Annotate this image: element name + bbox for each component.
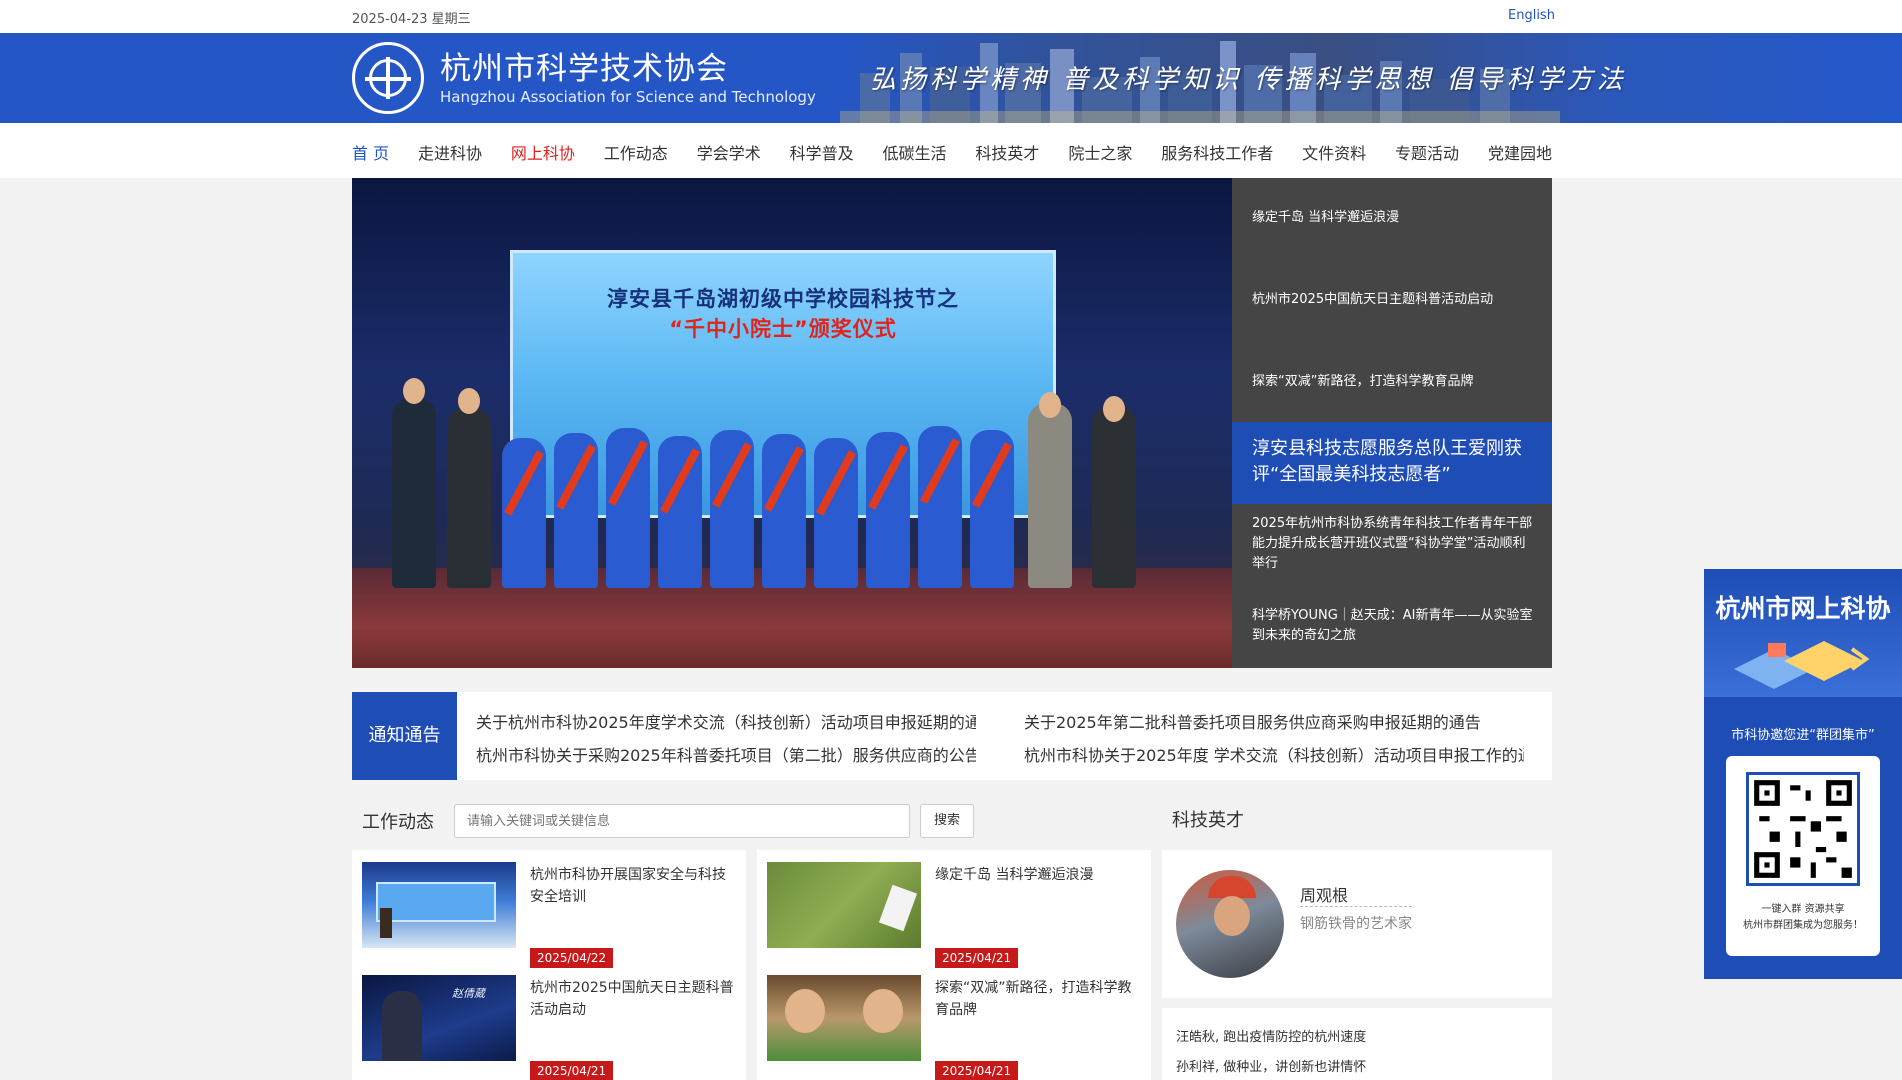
talent-divider: [1300, 906, 1412, 907]
talent-face: [1214, 896, 1250, 936]
nav-item-talent[interactable]: 科技英才: [975, 140, 1039, 164]
screen-title-line2: “千中小院士”颁奖仪式: [669, 317, 897, 341]
search-input[interactable]: [455, 805, 909, 837]
slider-item[interactable]: 科学桥YOUNG｜赵天成：AI新青年——从实验室到未来的奇幻之旅: [1252, 606, 1537, 646]
site-name-english: Hangzhou Association for Science and Tec…: [440, 88, 816, 106]
person-figure: [392, 398, 436, 588]
talent-avatar[interactable]: [1176, 870, 1284, 978]
news-item[interactable]: 杭州市科协开展国家安全与科技安全培训 2025/04/22: [362, 862, 742, 968]
logo-bar-vertical: [386, 57, 390, 99]
nav-item-documents[interactable]: 文件资料: [1302, 140, 1366, 164]
news-title[interactable]: 杭州市科协开展国家安全与科技安全培训: [530, 864, 734, 908]
current-date: 2025-04-23 星期三: [352, 12, 471, 27]
slider-item[interactable]: 缘定千岛 当科学邂逅浪漫: [1252, 208, 1537, 228]
nav-item-academician[interactable]: 院士之家: [1068, 140, 1132, 164]
news-date: 2025/04/21: [935, 948, 1019, 968]
hard-hat-icon: [1208, 876, 1256, 898]
news-date: 2025/04/21: [935, 1061, 1019, 1080]
nav-item-home[interactable]: 首 页: [352, 140, 389, 164]
search-button[interactable]: 搜索: [920, 804, 974, 838]
nav-item-popular-science[interactable]: 科学普及: [790, 140, 854, 164]
main-nav: 首 页 走进科协 网上科协 工作动态 学会学术 科学普及 低碳生活 科技英才 院…: [0, 123, 1902, 178]
news-item[interactable]: 探索“双减”新路径，打造科学教育品牌 2025/04/21: [767, 975, 1147, 1080]
person-figure: [1092, 406, 1136, 588]
nav-item-academic[interactable]: 学会学术: [697, 140, 761, 164]
nav-item-low-carbon[interactable]: 低碳生活: [883, 140, 947, 164]
talent-name[interactable]: 周观根: [1300, 882, 1348, 906]
slider-item[interactable]: 探索“双减”新路径，打造科学教育品牌: [1252, 372, 1537, 392]
person-head: [403, 378, 425, 404]
person-head: [1103, 396, 1125, 422]
news-date: 2025/04/21: [530, 1061, 614, 1080]
qr-caption: 一键入群 资源共享 杭州市群团集成为您服务！: [1726, 902, 1880, 934]
news-thumbnail[interactable]: [767, 975, 921, 1061]
news-title[interactable]: 探索“双减”新路径，打造科学教育品牌: [935, 977, 1139, 1021]
ad-subtitle: 市科协邀您进“群团集市”: [1731, 728, 1875, 743]
slider-item[interactable]: 2025年杭州市科协系统青年科技工作者青年干部能力提升成长营开班仪式暨“科协学堂…: [1252, 514, 1537, 574]
qr-code-icon: [1746, 772, 1860, 886]
award-group-photo: [392, 378, 1192, 588]
qr-card: 一键入群 资源共享 杭州市群团集成为您服务！: [1726, 756, 1880, 956]
top-bar: 2025-04-23 星期三 English: [0, 0, 1902, 33]
talent-card[interactable]: 周观根 钢筋铁骨的艺术家: [1162, 850, 1552, 998]
talent-list: 汪皓秋, 跑出疫情防控的杭州速度 孙利祥, 做种业，讲创新也讲情怀: [1162, 1008, 1552, 1080]
news-column: 缘定千岛 当科学邂逅浪漫 2025/04/21 探索“双减”新路径，打造科学教育…: [757, 850, 1151, 1080]
notice-label[interactable]: 通知通告: [352, 692, 457, 780]
nav-item-service[interactable]: 服务科技工作者: [1161, 140, 1273, 164]
thumb-figure: [878, 884, 918, 932]
thumb-screen: [376, 882, 496, 922]
notice-item[interactable]: 杭州市科协关于2025年度 学术交流（科技创新）活动项目申报工作的通知: [1024, 742, 1524, 766]
news-thumbnail[interactable]: 赵倩葳: [362, 975, 516, 1061]
header-banner: 杭州市科学技术协会 Hangzhou Association for Scien…: [0, 33, 1902, 123]
thumb-person: [382, 991, 422, 1061]
site-logo[interactable]: [352, 42, 424, 114]
header-slogan: 弘扬科学精神 普及科学知识 传播科学思想 倡导科学方法: [870, 65, 1627, 95]
section-title-work: 工作动态: [362, 812, 434, 833]
nav-item-party[interactable]: 党建园地: [1488, 140, 1552, 164]
news-date: 2025/04/22: [530, 948, 614, 968]
thumb-caption: 赵倩葳: [452, 987, 485, 1000]
person-figure: [447, 408, 491, 588]
slider-headline-list: 缘定千岛 当科学邂逅浪漫 杭州市2025中国航天日主题科普活动启动 探索“双减”…: [1232, 178, 1552, 668]
slider-item-active[interactable]: 淳安县科技志愿服务总队王爱刚获评“全国最美科技志愿者”: [1252, 436, 1537, 488]
thumb-child-face: [863, 989, 903, 1033]
news-thumbnail[interactable]: [362, 862, 516, 948]
search-box: [454, 804, 910, 838]
isometric-illustration-icon: [1734, 641, 1870, 689]
news-title[interactable]: 缘定千岛 当科学邂逅浪漫: [935, 864, 1139, 886]
news-thumbnail[interactable]: [767, 862, 921, 948]
news-item[interactable]: 缘定千岛 当科学邂逅浪漫 2025/04/21: [767, 862, 1147, 968]
thumb-podium: [380, 908, 392, 938]
talent-list-item[interactable]: 孙利祥, 做种业，讲创新也讲情怀: [1176, 1056, 1366, 1075]
ad-title: 杭州市网上科协: [1715, 594, 1891, 623]
qr-caption-line1: 一键入群 资源共享: [1761, 904, 1845, 915]
thumb-child-face: [785, 989, 825, 1033]
qr-caption-line2: 杭州市群团集成为您服务！: [1743, 920, 1863, 931]
notice-item[interactable]: 关于杭州市科协2025年度学术交流（科技创新）活动项目申报延期的通告: [476, 709, 976, 733]
section-title-talent: 科技英才: [1172, 810, 1244, 831]
floating-ad-online-association[interactable]: 杭州市网上科协 市科协邀您进“群团集市” 一键入群 资源共享 杭州市群团集成为您…: [1704, 569, 1902, 979]
notice-item[interactable]: 杭州市科协关于采购2025年科普委托项目（第二批）服务供应商的公告: [476, 742, 976, 766]
site-name: 杭州市科学技术协会: [440, 51, 728, 87]
slider-item[interactable]: 杭州市2025中国航天日主题科普活动启动: [1252, 290, 1537, 310]
ad-header: 杭州市网上科协: [1704, 569, 1902, 697]
english-link[interactable]: English: [1508, 8, 1555, 23]
news-item[interactable]: 赵倩葳 杭州市2025中国航天日主题科普活动启动 2025/04/21: [362, 975, 742, 1080]
person-head: [458, 388, 480, 414]
notice-bar: 通知通告 关于杭州市科协2025年度学术交流（科技创新）活动项目申报延期的通告 …: [352, 692, 1552, 780]
screen-title-line1: 淳安县千岛湖初级中学校园科技节之: [607, 287, 959, 311]
nav-item-online[interactable]: 网上科协: [511, 140, 575, 164]
person-figure: [1028, 403, 1072, 588]
news-column: 杭州市科协开展国家安全与科技安全培训 2025/04/22 赵倩葳 杭州市202…: [352, 850, 746, 1080]
nav-item-work-news[interactable]: 工作动态: [604, 140, 668, 164]
nav-item-about[interactable]: 走进科协: [418, 140, 482, 164]
talent-list-item[interactable]: 汪皓秋, 跑出疫情防控的杭州速度: [1176, 1026, 1366, 1045]
person-head: [1039, 392, 1061, 418]
notice-item[interactable]: 关于2025年第二批科普委托项目服务供应商采购申报延期的通告: [1024, 709, 1524, 733]
talent-description: 钢筋铁骨的艺术家: [1300, 916, 1412, 932]
hero-slider[interactable]: 淳安县千岛湖初级中学校园科技节之 “千中小院士”颁奖仪式: [352, 178, 1232, 668]
news-title[interactable]: 杭州市2025中国航天日主题科普活动启动: [530, 977, 734, 1021]
nav-item-special[interactable]: 专题活动: [1395, 140, 1459, 164]
